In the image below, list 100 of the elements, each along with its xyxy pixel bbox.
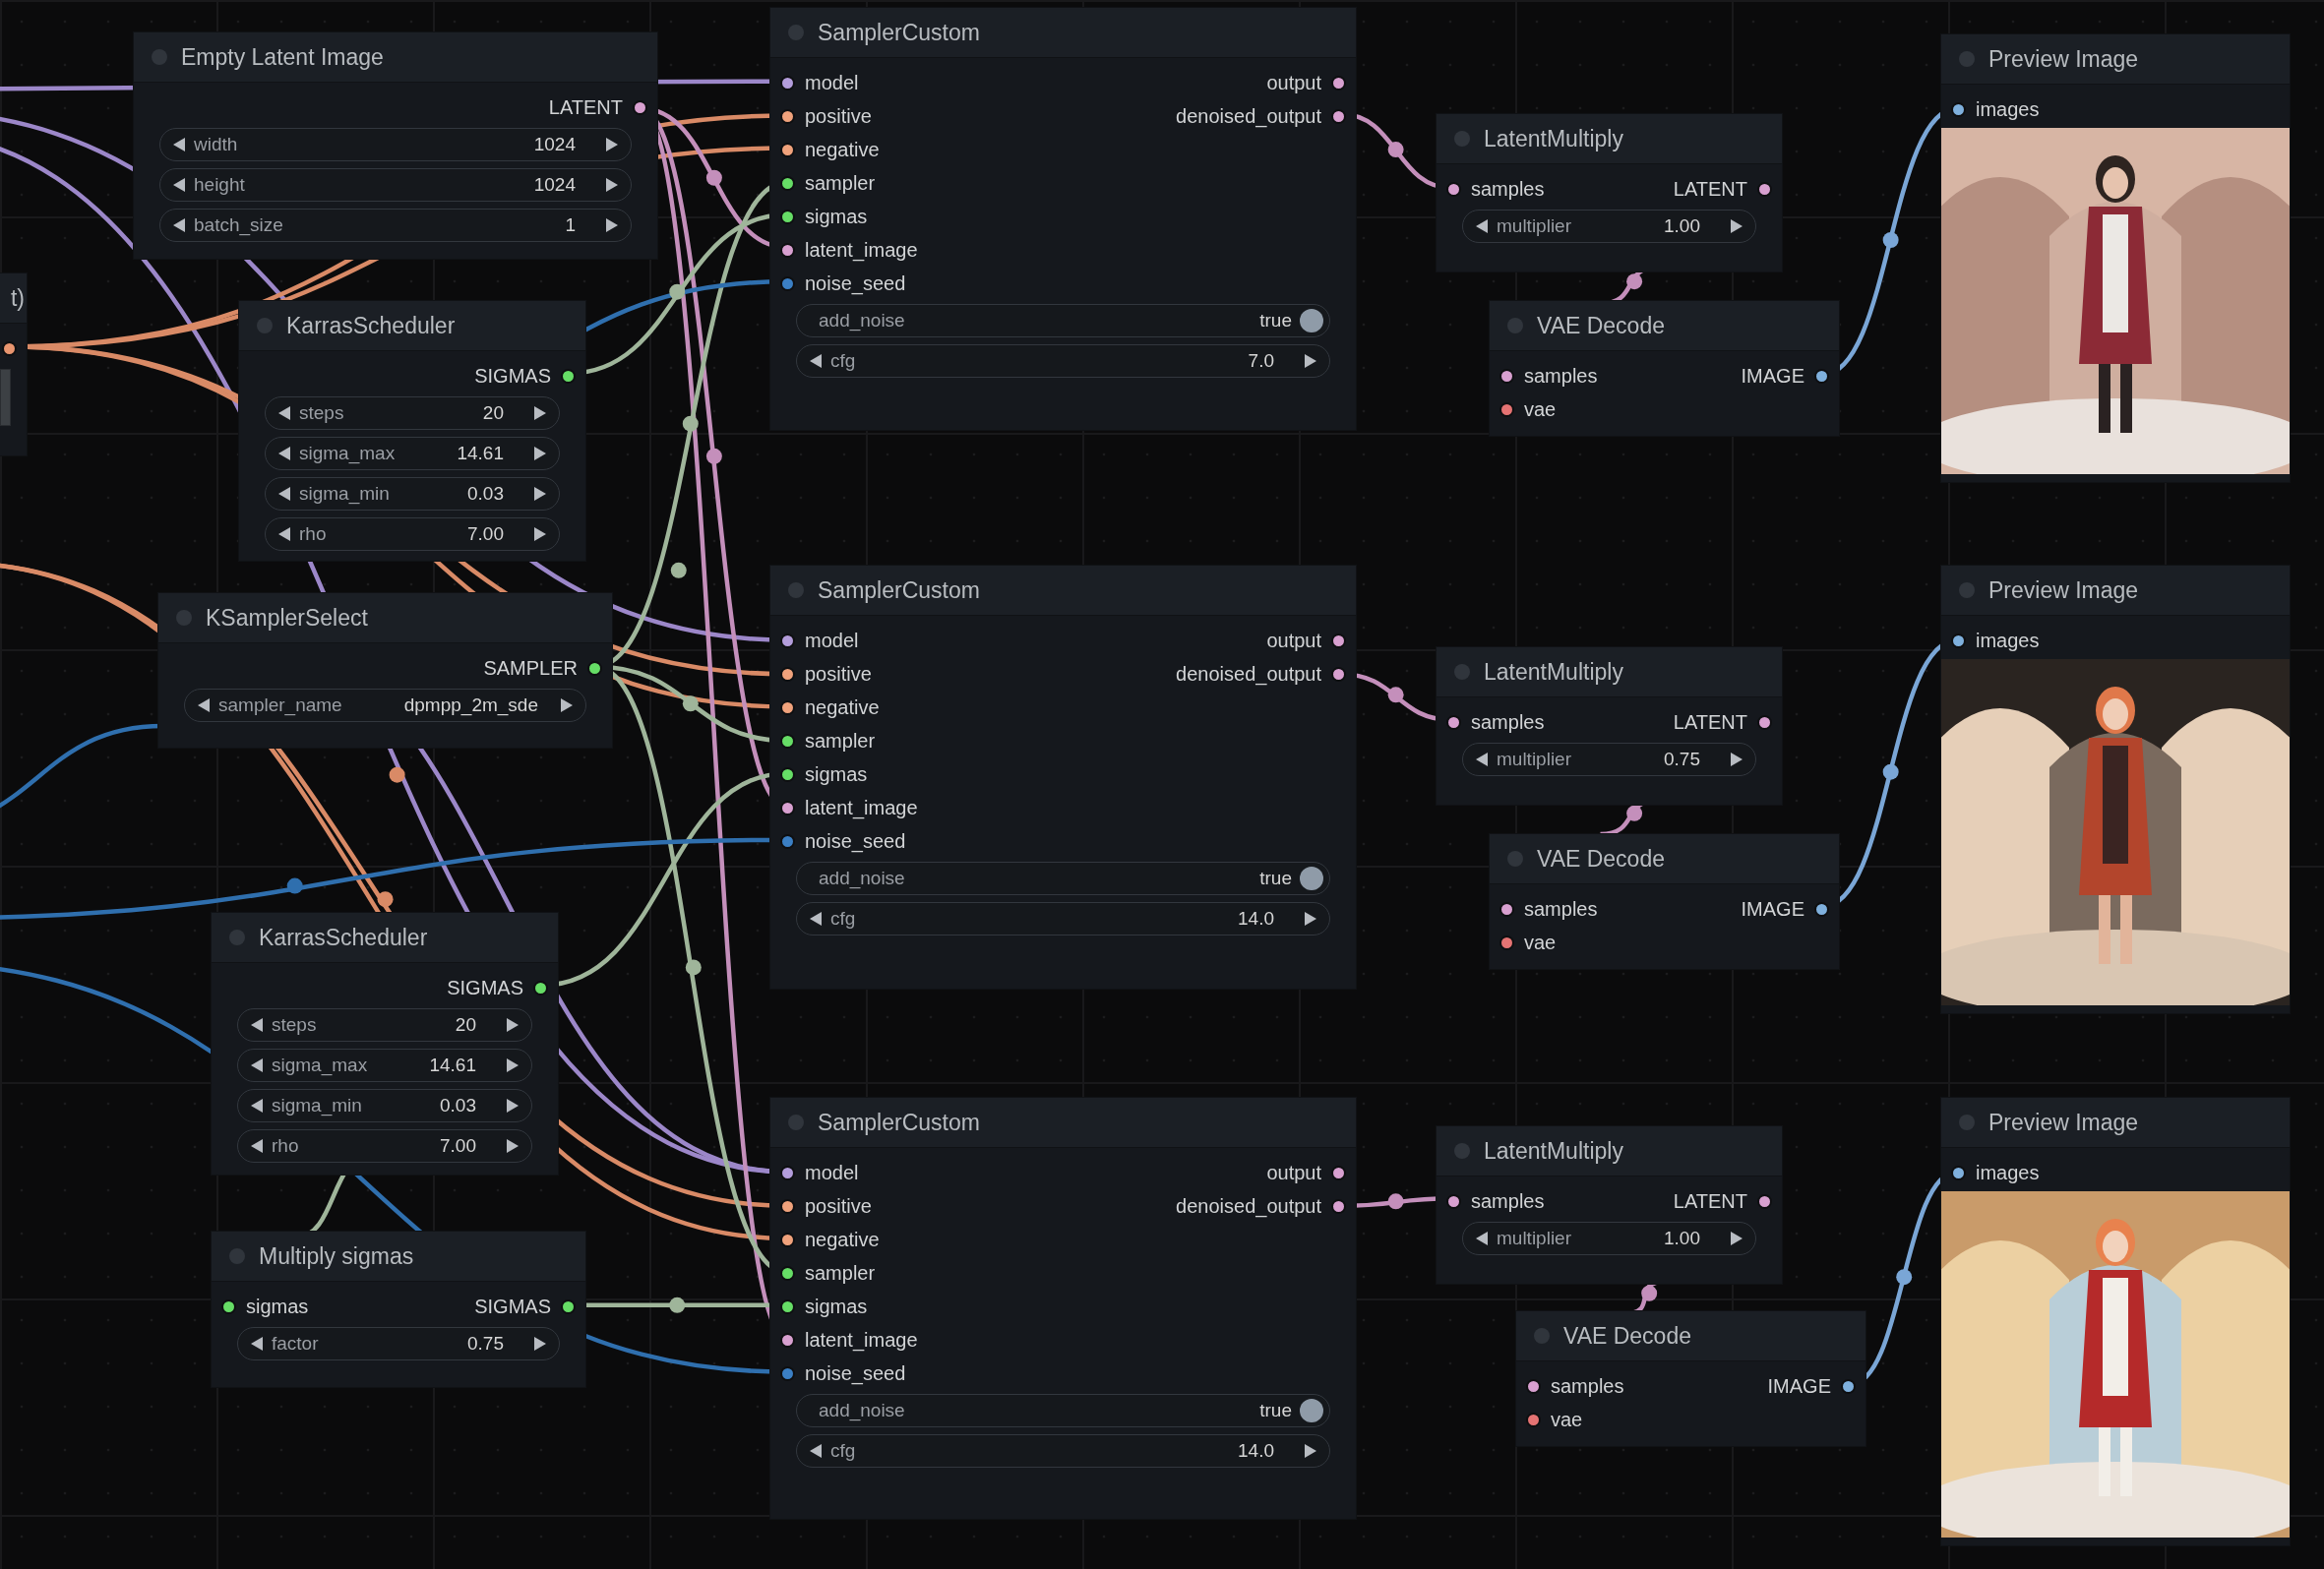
input-slot[interactable] <box>1526 1378 1541 1394</box>
title-bar[interactable]: Preview Image <box>1941 1098 2290 1148</box>
input-slot[interactable] <box>780 766 795 782</box>
title-bar[interactable]: Preview Image <box>1941 34 2290 85</box>
input-slot[interactable] <box>780 666 795 682</box>
input-slot[interactable] <box>780 175 795 191</box>
output-slot[interactable] <box>1757 181 1772 197</box>
left-arrow-icon[interactable] <box>172 137 186 152</box>
title-bar[interactable]: SamplerCustom <box>770 1098 1356 1148</box>
toggle-knob[interactable] <box>1300 867 1323 890</box>
output-slot[interactable] <box>2 340 17 356</box>
toggle-knob[interactable] <box>1300 1399 1323 1422</box>
input-slot[interactable] <box>780 108 795 124</box>
input-slot[interactable] <box>780 1332 795 1348</box>
output-slot[interactable] <box>633 99 647 115</box>
input-slot[interactable] <box>1499 401 1514 417</box>
output-slot[interactable] <box>1331 1165 1346 1180</box>
output-slot[interactable] <box>1814 368 1829 384</box>
left-arrow-icon[interactable] <box>1475 218 1489 234</box>
number-widget[interactable]: multiplier 1.00 <box>1462 1222 1756 1255</box>
left-arrow-icon[interactable] <box>172 177 186 193</box>
reroute-dot[interactable] <box>1882 231 1899 248</box>
node-card[interactable]: SamplerCustom model output positive denoised_output negative sampler sigmas latent_image noise_seed add_noise true cfg 7.0 <box>770 8 1356 430</box>
node-card[interactable]: VAE Decode samples IMAGE vae <box>1516 1311 1865 1446</box>
right-arrow-icon[interactable] <box>1730 1231 1743 1246</box>
input-slot[interactable] <box>780 699 795 715</box>
right-arrow-icon[interactable] <box>506 1098 520 1114</box>
left-arrow-icon[interactable] <box>277 486 291 502</box>
reroute-dot[interactable] <box>1641 1285 1658 1301</box>
node-card[interactable]: Preview Image images <box>1941 34 2290 482</box>
input-slot[interactable] <box>221 1298 236 1314</box>
right-arrow-icon[interactable] <box>506 1138 520 1154</box>
reroute-dot[interactable] <box>682 695 699 712</box>
reroute-dot[interactable] <box>705 169 722 186</box>
input-slot[interactable] <box>780 1198 795 1214</box>
number-widget[interactable]: batch_size 1 <box>159 209 632 242</box>
left-arrow-icon[interactable] <box>250 1336 264 1352</box>
toggle-widget[interactable]: add_noise true <box>796 304 1330 337</box>
output-slot[interactable] <box>533 980 548 996</box>
left-arrow-icon[interactable] <box>809 911 823 927</box>
title-bar[interactable]: LatentMultiply <box>1437 1126 1782 1177</box>
right-arrow-icon[interactable] <box>533 446 547 461</box>
output-slot[interactable] <box>561 368 576 384</box>
reroute-dot[interactable] <box>669 1297 686 1313</box>
number-widget[interactable]: sigma_min 0.03 <box>237 1089 532 1122</box>
node-card[interactable]: Preview Image images <box>1941 1098 2290 1545</box>
title-bar[interactable]: KarrasScheduler <box>212 913 558 963</box>
input-slot[interactable] <box>780 75 795 91</box>
output-slot[interactable] <box>1331 75 1346 91</box>
node-card[interactable]: t) <box>0 273 27 455</box>
number-widget[interactable]: width 1024 <box>159 128 632 161</box>
input-slot[interactable] <box>780 1232 795 1247</box>
input-slot[interactable] <box>1499 935 1514 950</box>
left-arrow-icon[interactable] <box>809 353 823 369</box>
input-slot[interactable] <box>780 733 795 749</box>
left-arrow-icon[interactable] <box>250 1057 264 1073</box>
input-slot[interactable] <box>780 1365 795 1381</box>
right-arrow-icon[interactable] <box>506 1017 520 1033</box>
right-arrow-icon[interactable] <box>533 486 547 502</box>
reroute-dot[interactable] <box>1387 142 1404 158</box>
title-bar[interactable]: t) <box>0 273 27 324</box>
input-slot[interactable] <box>780 209 795 224</box>
title-bar[interactable]: KSamplerSelect <box>158 593 612 643</box>
node-card[interactable]: SamplerCustom model output positive denoised_output negative sampler sigmas latent_image noise_seed add_noise true cfg 14.0 <box>770 1098 1356 1519</box>
output-slot[interactable] <box>1757 714 1772 730</box>
number-widget[interactable]: cfg 14.0 <box>796 1434 1330 1468</box>
output-slot[interactable] <box>1841 1378 1856 1394</box>
input-slot[interactable] <box>1951 101 1966 117</box>
title-bar[interactable]: VAE Decode <box>1516 1311 1865 1361</box>
number-widget[interactable]: cfg 14.0 <box>796 902 1330 935</box>
left-arrow-icon[interactable] <box>277 446 291 461</box>
input-slot[interactable] <box>1951 633 1966 648</box>
right-arrow-icon[interactable] <box>1730 218 1743 234</box>
node-card[interactable]: LatentMultiply samples LATENT multiplier 0.75 <box>1437 647 1782 805</box>
number-widget[interactable]: rho 7.00 <box>265 517 560 551</box>
reroute-dot[interactable] <box>1882 763 1899 780</box>
toggle-widget[interactable]: add_noise true <box>796 862 1330 895</box>
number-widget[interactable]: cfg 7.0 <box>796 344 1330 378</box>
right-arrow-icon[interactable] <box>1730 752 1743 767</box>
input-slot[interactable] <box>1446 181 1461 197</box>
number-widget[interactable]: sigma_min 0.03 <box>265 477 560 511</box>
output-slot[interactable] <box>1331 666 1346 682</box>
right-arrow-icon[interactable] <box>1304 911 1317 927</box>
right-arrow-icon[interactable] <box>560 697 574 713</box>
title-bar[interactable]: VAE Decode <box>1490 301 1839 351</box>
node-card[interactable]: VAE Decode samples IMAGE vae <box>1490 301 1839 436</box>
output-slot[interactable] <box>587 660 602 676</box>
reroute-dot[interactable] <box>1626 805 1643 821</box>
reroute-dot[interactable] <box>1626 273 1643 290</box>
left-arrow-icon[interactable] <box>250 1017 264 1033</box>
input-slot[interactable] <box>780 275 795 291</box>
reroute-dot[interactable] <box>685 959 702 976</box>
output-slot[interactable] <box>1757 1193 1772 1209</box>
output-slot[interactable] <box>1331 633 1346 648</box>
node-card[interactable]: Empty Latent Image LATENT width 1024 height 1024 batch_size 1 <box>134 32 657 259</box>
number-widget[interactable]: height 1024 <box>159 168 632 202</box>
node-card[interactable]: LatentMultiply samples LATENT multiplier 1.00 <box>1437 114 1782 272</box>
number-widget[interactable]: multiplier 1.00 <box>1462 210 1756 243</box>
reroute-dot[interactable] <box>1387 687 1404 703</box>
right-arrow-icon[interactable] <box>605 217 619 233</box>
